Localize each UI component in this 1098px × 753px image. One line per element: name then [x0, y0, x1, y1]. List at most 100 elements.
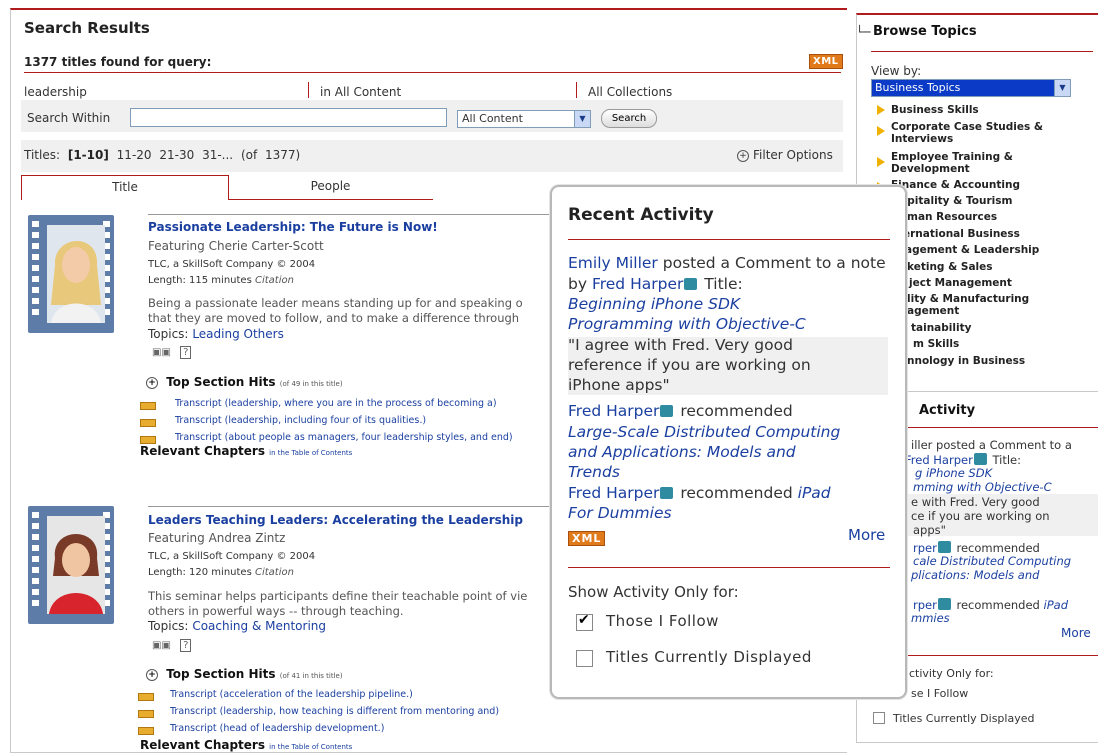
result-length: Length: 115 minutes Citation — [148, 275, 294, 286]
search-within-input[interactable] — [130, 108, 447, 127]
book-link[interactable]: Large-Scale Distributed Computing — [568, 422, 894, 443]
query-text: leadership — [24, 85, 87, 99]
transcript-link[interactable]: Transcript (leadership, including four o… — [175, 415, 426, 426]
activity-line: iller posted a Comment to a — [911, 438, 1072, 452]
topic-link[interactable]: Employee Training & Development — [891, 151, 1081, 175]
citation-link[interactable]: Citation — [255, 567, 294, 578]
book-link[interactable]: Trends — [568, 462, 894, 483]
book-link[interactable]: Beginning iPhone SDK — [568, 294, 894, 315]
topic-link[interactable]: ject Management — [909, 277, 1098, 289]
follow-checkbox[interactable] — [576, 612, 593, 631]
binoculars-icon[interactable]: ▣▣ — [152, 640, 171, 651]
help-icon[interactable]: ? — [180, 639, 192, 652]
user-icon — [660, 487, 674, 499]
topic-link[interactable]: Corporate Case Studies & Interviews — [891, 121, 1081, 145]
book-link[interactable]: iPad — [798, 484, 831, 502]
more-link[interactable]: More — [848, 526, 885, 544]
user-link[interactable]: Fred Harper — [592, 275, 683, 293]
more-link[interactable]: More — [1061, 626, 1091, 640]
book-link[interactable]: mmies — [911, 611, 950, 625]
toc-link[interactable]: in the Table of Contents — [269, 449, 352, 457]
divider — [568, 567, 890, 568]
page-link[interactable]: 11-20 — [117, 148, 152, 162]
quote-line: reference if you are working on — [568, 356, 811, 374]
xml-feed-button[interactable]: XML — [568, 531, 606, 546]
view-by-select[interactable]: Business Topics ▼ — [871, 79, 1071, 97]
transcript-link[interactable]: Transcript (head of leadership developme… — [170, 723, 384, 734]
top-section-hits[interactable]: + Top Section Hits (of 49 in this title) — [146, 375, 343, 389]
book-link[interactable]: cale Distributed Computing — [913, 554, 1071, 568]
user-link[interactable]: Fred Harper — [905, 453, 973, 467]
search-within-label: Search Within — [27, 111, 111, 125]
book-link[interactable]: plications: Models and — [911, 568, 1039, 582]
top-section-hits[interactable]: + Top Section Hits (of 41 in this title) — [146, 667, 343, 681]
result-featuring: Featuring Andrea Zintz — [148, 531, 286, 545]
desc-line: This seminar helps participants define t… — [148, 589, 528, 603]
topic-arrow-icon — [877, 105, 885, 115]
transcript-link[interactable]: Transcript (leadership, how teaching is … — [170, 706, 499, 717]
book-link[interactable]: g iPhone SDK — [915, 466, 992, 480]
topic-link[interactable]: ernational Business — [903, 228, 1093, 240]
film-strip-icon[interactable] — [28, 215, 114, 333]
topic-link[interactable]: m Skills — [913, 338, 1098, 350]
topic-link[interactable]: spitality & Tourism — [901, 195, 1091, 207]
filter-options-label: Filter Options — [753, 148, 833, 162]
book-link[interactable]: and Applications: Models and — [568, 442, 894, 463]
binoculars-icon[interactable]: ▣▣ — [152, 347, 171, 358]
tab-title[interactable]: Title — [21, 175, 229, 200]
topic-link[interactable]: agement — [907, 305, 1097, 317]
topic-link[interactable]: Leading Others — [192, 327, 284, 341]
result-length: Length: 120 minutes Citation — [148, 567, 294, 578]
displayed-checkbox[interactable] — [576, 650, 593, 667]
page-current: [1-10] — [67, 148, 109, 162]
book-link[interactable]: Programming with Objective-C — [568, 314, 894, 335]
recent-activity-popup: Recent Activity Emily Miller posted a Co… — [550, 185, 907, 699]
search-button[interactable]: Search — [601, 109, 657, 128]
result-title-link[interactable]: Passionate Leadership: The Future is Now… — [148, 220, 438, 234]
result-publisher: TLC, a SkillSoft Company © 2004 — [148, 551, 316, 562]
help-icon[interactable]: ? — [180, 346, 192, 359]
topic-link[interactable]: lity & Manufacturing — [907, 293, 1097, 305]
plus-circle-icon: + — [737, 150, 749, 162]
filter-options-button[interactable]: + Filter Options — [737, 148, 833, 162]
result-title-link[interactable]: Leaders Teaching Leaders: Accelerating t… — [148, 513, 523, 527]
separator — [576, 82, 577, 98]
topic-link[interactable]: agement & Leadership — [905, 244, 1095, 256]
user-link[interactable]: rper — [913, 598, 937, 612]
citation-link[interactable]: Citation — [255, 275, 294, 286]
user-link[interactable]: rper — [913, 541, 937, 555]
user-link[interactable]: Fred Harper — [568, 402, 659, 420]
film-strip-icon[interactable] — [28, 506, 114, 624]
book-link[interactable]: For Dummies — [568, 503, 894, 524]
topic-link[interactable]: keting & Sales — [907, 261, 1097, 273]
book-link[interactable]: iPad — [1044, 598, 1068, 612]
activity-item: Fred Harper recommended — [568, 401, 894, 422]
checkbox-icon[interactable] — [873, 712, 885, 724]
tsh-label: Top Section Hits — [166, 667, 276, 681]
topic-link[interactable]: nnology in Business — [907, 355, 1097, 367]
xml-feed-button[interactable]: XML — [809, 54, 843, 69]
topic-link[interactable]: man Resources — [907, 211, 1097, 223]
topic-link[interactable]: Finance & Accounting — [891, 179, 1081, 191]
transcript-link[interactable]: Transcript (leadership, where you are in… — [175, 398, 497, 409]
user-icon — [684, 277, 698, 290]
user-link[interactable]: Emily Miller — [568, 254, 658, 272]
topic-link[interactable]: tainability — [911, 322, 1098, 334]
activity-item: Emily Miller posted a Comment to a note … — [568, 253, 894, 294]
topic-link[interactable]: Business Skills — [891, 104, 1081, 116]
book-link[interactable]: mming with Objective-C — [913, 480, 1052, 494]
user-link[interactable]: Fred Harper — [568, 484, 659, 502]
content-select[interactable]: All Content ▼ — [457, 110, 591, 128]
page-link[interactable]: 31-... — [202, 148, 233, 162]
transcript-link[interactable]: Transcript (acceleration of the leadersh… — [170, 689, 413, 700]
page-link[interactable]: 21-30 — [159, 148, 194, 162]
title-label: Title: — [704, 274, 743, 293]
result-tools: ▣▣ ? — [152, 639, 192, 652]
topic-arrow-icon — [877, 126, 885, 136]
transcript-link[interactable]: Transcript (about people as managers, fo… — [175, 432, 513, 443]
topics-label: Topics: — [148, 619, 189, 633]
tab-people[interactable]: People — [228, 175, 433, 200]
topic-link[interactable]: Coaching & Mentoring — [192, 619, 326, 633]
divider — [871, 51, 1093, 52]
book-title-line: and Applications: Models and — [568, 443, 796, 461]
